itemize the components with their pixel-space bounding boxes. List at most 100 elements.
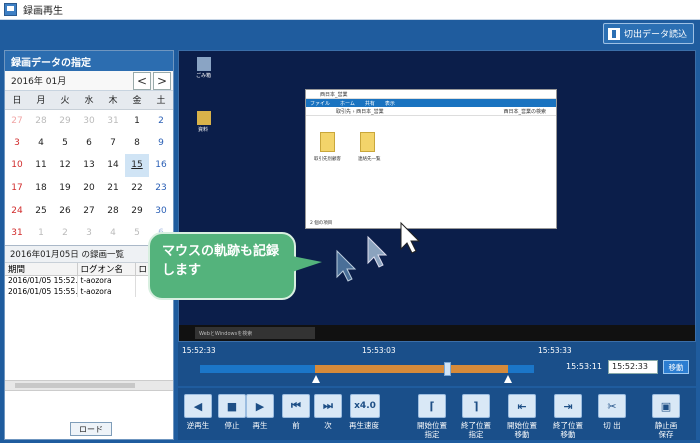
calendar-day[interactable]: 22: [125, 177, 149, 200]
load-cut-data-button[interactable]: 切出データ読込: [602, 23, 694, 44]
calendar-day[interactable]: 31: [101, 109, 125, 132]
cursor-icon: [367, 235, 388, 268]
next-button[interactable]: ⏭: [314, 394, 342, 418]
column-header[interactable]: ログオン名: [77, 262, 136, 276]
set-end-button[interactable]: ⌉: [462, 394, 490, 418]
seek-handle[interactable]: [444, 362, 451, 376]
month-label: 2016年 01月: [11, 77, 67, 87]
calendar-day[interactable]: 4: [101, 222, 125, 245]
calendar-day[interactable]: 3: [77, 222, 101, 245]
start-marker[interactable]: [312, 375, 320, 383]
move-button[interactable]: 移動: [663, 360, 689, 374]
calendar-grid: 日月火水木金土 27 28 29 30 31 1 2 3 4 5 6 7 8 9 10 11 12 13 14 15 1…: [5, 91, 173, 245]
move-end-label: 終了位置 移動: [553, 421, 583, 439]
calendar-day[interactable]: 19: [53, 177, 77, 200]
weekday-header: 月: [29, 91, 53, 110]
tick-label: 15:53:03: [362, 346, 396, 355]
calendar-day[interactable]: 20: [77, 177, 101, 200]
windows-taskbar: WebとWindowsを検索: [179, 325, 695, 341]
timeline: 15:52:33 15:53:03 15:53:33 15:53:11 15:5…: [178, 342, 696, 386]
set-start-button[interactable]: ⌈: [418, 394, 446, 418]
calendar-day[interactable]: 14: [101, 154, 125, 177]
calendar-day[interactable]: 8: [125, 132, 149, 155]
calendar-day[interactable]: 13: [77, 154, 101, 177]
calendar-day[interactable]: 10: [5, 154, 29, 177]
weekday-header: 日: [5, 91, 29, 110]
calendar-day[interactable]: 27: [77, 199, 101, 222]
cursor-icon: [400, 221, 421, 254]
weekday-header: 木: [101, 91, 125, 110]
calendar-day[interactable]: 7: [101, 132, 125, 155]
previous-button[interactable]: ⏮: [282, 394, 310, 418]
calendar-day[interactable]: 3: [5, 132, 29, 155]
cut-button[interactable]: ✂: [598, 394, 626, 418]
end-marker[interactable]: [504, 375, 512, 383]
calendar-day[interactable]: 9: [149, 132, 173, 155]
calendar-day[interactable]: 2: [149, 109, 173, 132]
table-cell: t-aozora: [77, 286, 136, 298]
section-title: 録画データの指定: [5, 51, 173, 71]
calendar-day[interactable]: 5: [125, 222, 149, 245]
table-cell: t-aozora: [77, 275, 136, 287]
selection-range: [315, 365, 508, 373]
load-cut-data-label: 切出データ読込: [623, 30, 687, 40]
calendar-day[interactable]: 5: [53, 132, 77, 155]
calendar-day[interactable]: 26: [53, 199, 77, 222]
reverse-play-button[interactable]: ◀: [184, 394, 212, 418]
calendar-day[interactable]: 28: [101, 199, 125, 222]
month-navigator: 2016年 01月 < >: [5, 71, 173, 91]
calendar-day[interactable]: 30: [77, 109, 101, 132]
column-header[interactable]: 期間: [5, 262, 78, 276]
prev-month-button[interactable]: <: [133, 71, 151, 90]
load-button[interactable]: ロード: [70, 422, 112, 436]
scrollbar-thumb[interactable]: [15, 382, 135, 388]
window-title: 録画再生: [23, 6, 63, 17]
calendar-day[interactable]: 6: [77, 132, 101, 155]
calendar-day[interactable]: 16: [149, 154, 173, 177]
calendar-day[interactable]: 27: [5, 109, 29, 132]
table-cell: 2016/01/05 15:52...: [5, 275, 78, 287]
calendar-day[interactable]: 29: [53, 109, 77, 132]
calendar-day[interactable]: 15: [125, 154, 149, 177]
set-end-label: 終了位置 指定: [461, 421, 491, 439]
play-button[interactable]: ▶: [246, 394, 274, 418]
top-toolbar: 切出データ読込: [0, 20, 700, 47]
next-month-button[interactable]: >: [153, 71, 171, 90]
speed-button[interactable]: x4.0: [350, 394, 380, 418]
calendar-day[interactable]: 29: [125, 199, 149, 222]
calendar-day[interactable]: 1: [125, 109, 149, 132]
calendar-day[interactable]: 25: [29, 199, 53, 222]
calendar-day[interactable]: 30: [149, 199, 173, 222]
calendar-day[interactable]: 31: [5, 222, 29, 245]
set-start-label: 開始位置 指定: [417, 421, 447, 439]
weekday-header: 火: [53, 91, 77, 110]
move-end-button[interactable]: ⇥: [554, 394, 582, 418]
calendar-day[interactable]: 11: [29, 154, 53, 177]
import-icon: [607, 27, 620, 40]
cursor-icon: [336, 249, 357, 282]
callout-bubble: マウスの軌跡も記録します: [148, 232, 322, 300]
speed-label: 再生速度: [349, 421, 379, 430]
calendar-day[interactable]: 1: [29, 222, 53, 245]
playback-controls: ◀ 逆再生 ■ 停止 ▶ 再生 ⏮ 前 ⏭ 次 x4.0 再生速度 ⌈ 開始位置 指定 ⌉ 終了位置 指定 ⇤ 開…: [178, 388, 696, 440]
stop-button[interactable]: ■: [218, 394, 246, 418]
calendar-day[interactable]: 23: [149, 177, 173, 200]
weekday-header: 水: [77, 91, 101, 110]
calendar-day[interactable]: 24: [5, 199, 29, 222]
save-still-button[interactable]: ▣: [652, 394, 680, 418]
move-start-button[interactable]: ⇤: [508, 394, 536, 418]
calendar-day[interactable]: 2: [53, 222, 77, 245]
calendar-day[interactable]: 21: [101, 177, 125, 200]
weekday-header: 土: [149, 91, 173, 110]
calendar-day[interactable]: 17: [5, 177, 29, 200]
weekday-header: 金: [125, 91, 149, 110]
horizontal-scrollbar[interactable]: [5, 379, 173, 390]
seek-bar[interactable]: [200, 362, 534, 376]
calendar-day[interactable]: 4: [29, 132, 53, 155]
calendar-day[interactable]: 18: [29, 177, 53, 200]
time-input[interactable]: 15:52:33: [608, 360, 658, 374]
current-time: 15:53:11: [566, 362, 602, 371]
tick-label: 15:53:33: [538, 346, 572, 355]
calendar-day[interactable]: 28: [29, 109, 53, 132]
calendar-day[interactable]: 12: [53, 154, 77, 177]
